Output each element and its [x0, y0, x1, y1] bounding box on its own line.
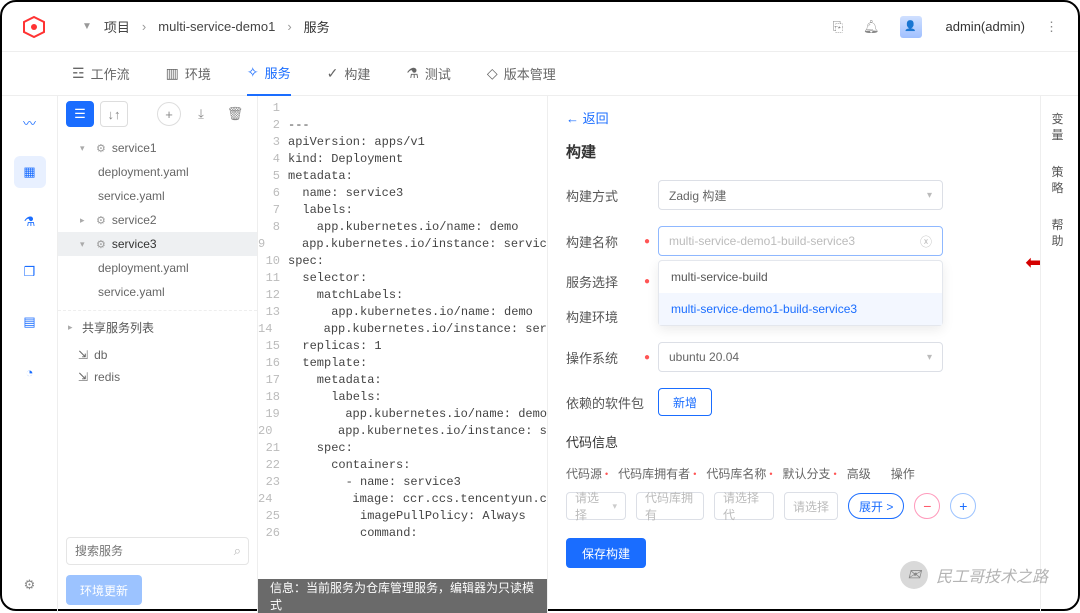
expand-button[interactable]: 展开 >: [848, 493, 904, 519]
shared-services-header[interactable]: ▸共享服务列表: [58, 310, 257, 344]
tabbar: ☲工作流 ▥环境 ✧服务 ✓构建 ⚗测试 ◇版本管理: [2, 52, 1078, 96]
gear-icon: ⚙: [96, 238, 106, 251]
chevron-down-icon: ▾: [927, 190, 932, 201]
arrow-callout-icon: ⬅: [1025, 250, 1040, 275]
remove-row-button[interactable]: −: [914, 493, 940, 519]
bell-icon[interactable]: 🔔︎: [863, 19, 880, 35]
os-select[interactable]: ubuntu 20.04▾: [658, 342, 943, 372]
service-delete-icon[interactable]: 🗑: [221, 101, 249, 127]
breadcrumb-project[interactable]: multi-service-demo1: [158, 19, 275, 34]
shared-service-redis[interactable]: ⇲redis: [58, 366, 257, 388]
right-rail-help[interactable]: 帮助: [1051, 218, 1067, 249]
rail-chart-icon[interactable]: ◔: [14, 356, 46, 388]
workflow-icon: ☲: [72, 65, 85, 82]
version-icon: ◇: [487, 65, 498, 82]
code-area[interactable]: 12---3apiVersion: apps/v14kind: Deployme…: [258, 96, 547, 579]
share-icon: ⇲: [78, 370, 88, 384]
label-service: 服务选择: [566, 272, 644, 291]
rail-monitor-icon[interactable]: ▤: [14, 306, 46, 338]
build-name-input[interactable]: multi-service-demo1-build-service3ⓧ: [658, 226, 943, 256]
service-add-button[interactable]: +: [157, 102, 181, 126]
search-icon: ⌕: [234, 543, 241, 559]
label-method: 构建方式: [566, 186, 644, 205]
more-icon[interactable]: ⋮: [1045, 19, 1058, 35]
search-input[interactable]: [66, 537, 249, 565]
code-repo-select[interactable]: 请选择代: [714, 492, 774, 520]
logo-icon: [22, 15, 46, 39]
share-icon: ⇲: [78, 348, 88, 362]
code-branch-select[interactable]: 请选择: [784, 492, 838, 520]
build-method-select[interactable]: Zadig 构建▾: [658, 180, 943, 210]
service-list-mode-button[interactable]: ☰: [66, 101, 94, 127]
test-icon: ⚗: [406, 65, 419, 82]
breadcrumb-root[interactable]: 项目: [104, 17, 130, 36]
rail-settings-icon[interactable]: ⚙: [14, 569, 46, 601]
tab-build[interactable]: ✓构建: [327, 52, 371, 96]
chevron-down-icon: ▾: [927, 352, 932, 363]
gear-icon: ⚙: [96, 214, 106, 227]
tab-test[interactable]: ⚗测试: [406, 52, 451, 96]
code-owner-select[interactable]: 代码库拥有: [636, 492, 704, 520]
right-rail-vars[interactable]: 变量: [1051, 112, 1067, 143]
build-icon: ✓: [327, 65, 339, 82]
rail-flask-icon[interactable]: ⚗: [14, 206, 46, 238]
file-node[interactable]: service.yaml: [58, 184, 257, 208]
tab-env[interactable]: ▥环境: [166, 52, 211, 96]
shared-service-db[interactable]: ⇲db: [58, 344, 257, 366]
label-os: 操作系统: [566, 348, 644, 367]
side-rail: 〰 ▦ ⚗ ❒ ▤ ◔ ⚙: [2, 96, 58, 613]
service-download-icon[interactable]: ⤓: [187, 101, 215, 127]
rail-cube-icon[interactable]: ❒: [14, 256, 46, 288]
label-name: 构建名称: [566, 232, 644, 251]
name-dropdown: multi-service-build multi-service-demo1-…: [658, 260, 943, 326]
file-node[interactable]: deployment.yaml: [58, 160, 257, 184]
clear-icon[interactable]: ⓧ: [920, 233, 932, 250]
form-title: 构建: [566, 141, 1022, 162]
watermark: ✉ 民工哥技术之路: [900, 561, 1048, 589]
docs-icon[interactable]: ⎘: [833, 19, 843, 35]
service-tree: ▾⚙service1 deployment.yaml service.yaml …: [58, 132, 257, 529]
file-node[interactable]: deployment.yaml: [58, 256, 257, 280]
service-node-service1[interactable]: ▾⚙service1: [58, 136, 257, 160]
tab-version[interactable]: ◇版本管理: [487, 52, 556, 96]
service-node-service2[interactable]: ▸⚙service2: [58, 208, 257, 232]
tab-workflow[interactable]: ☲工作流: [72, 52, 130, 96]
dropdown-option[interactable]: multi-service-build: [659, 261, 942, 293]
env-update-button[interactable]: 环境更新: [66, 575, 142, 605]
rail-stats-icon[interactable]: 〰: [14, 106, 46, 138]
back-link[interactable]: ← 返回: [566, 108, 1022, 127]
code-source-select[interactable]: 请选择▾: [566, 492, 626, 520]
service-icon: ✧: [247, 64, 259, 81]
editor-banner: 信息：当前服务为仓库管理服务，编辑器为只读模式: [258, 579, 547, 613]
code-info-header: 代码信息: [566, 432, 1022, 451]
service-sort-button[interactable]: ↓↑: [100, 101, 128, 127]
dropdown-option-selected[interactable]: multi-service-demo1-build-service3: [659, 293, 942, 325]
add-row-button[interactable]: +: [950, 493, 976, 519]
file-node[interactable]: service.yaml: [58, 280, 257, 304]
breadcrumb-page: 服务: [304, 17, 330, 36]
env-icon: ▥: [166, 65, 179, 82]
breadcrumb: ▼ 项目 › multi-service-demo1 › 服务: [76, 17, 833, 36]
right-rail: 变量 策略 帮助: [1040, 96, 1078, 613]
services-panel: ☰ ↓↑ + ⤓ 🗑 ▾⚙service1 deployment.yaml se…: [58, 96, 258, 613]
caret-down-icon[interactable]: ▼: [82, 21, 92, 32]
wechat-icon: ✉: [900, 561, 928, 589]
service-node-service3[interactable]: ▾⚙service3: [58, 232, 257, 256]
label-env: 构建环境: [566, 307, 644, 326]
rail-project-icon[interactable]: ▦: [14, 156, 46, 188]
code-editor: 12---3apiVersion: apps/v14kind: Deployme…: [258, 96, 548, 613]
user-label[interactable]: admin(admin): [946, 19, 1025, 34]
right-rail-policy[interactable]: 策略: [1051, 165, 1067, 196]
tab-service[interactable]: ✧服务: [247, 52, 291, 96]
add-dep-button[interactable]: 新增: [658, 388, 712, 416]
gear-icon: ⚙: [96, 142, 106, 155]
label-deps: 依赖的软件包: [566, 393, 644, 412]
code-table-header: 代码源 代码库拥有者 代码库名称 默认分支 高级 操作: [566, 465, 1022, 482]
build-form: ← 返回 构建 构建方式 Zadig 构建▾ 构建名称 ● multi-serv…: [548, 96, 1040, 613]
avatar[interactable]: 👤: [900, 16, 922, 38]
save-build-button[interactable]: 保存构建: [566, 538, 646, 568]
